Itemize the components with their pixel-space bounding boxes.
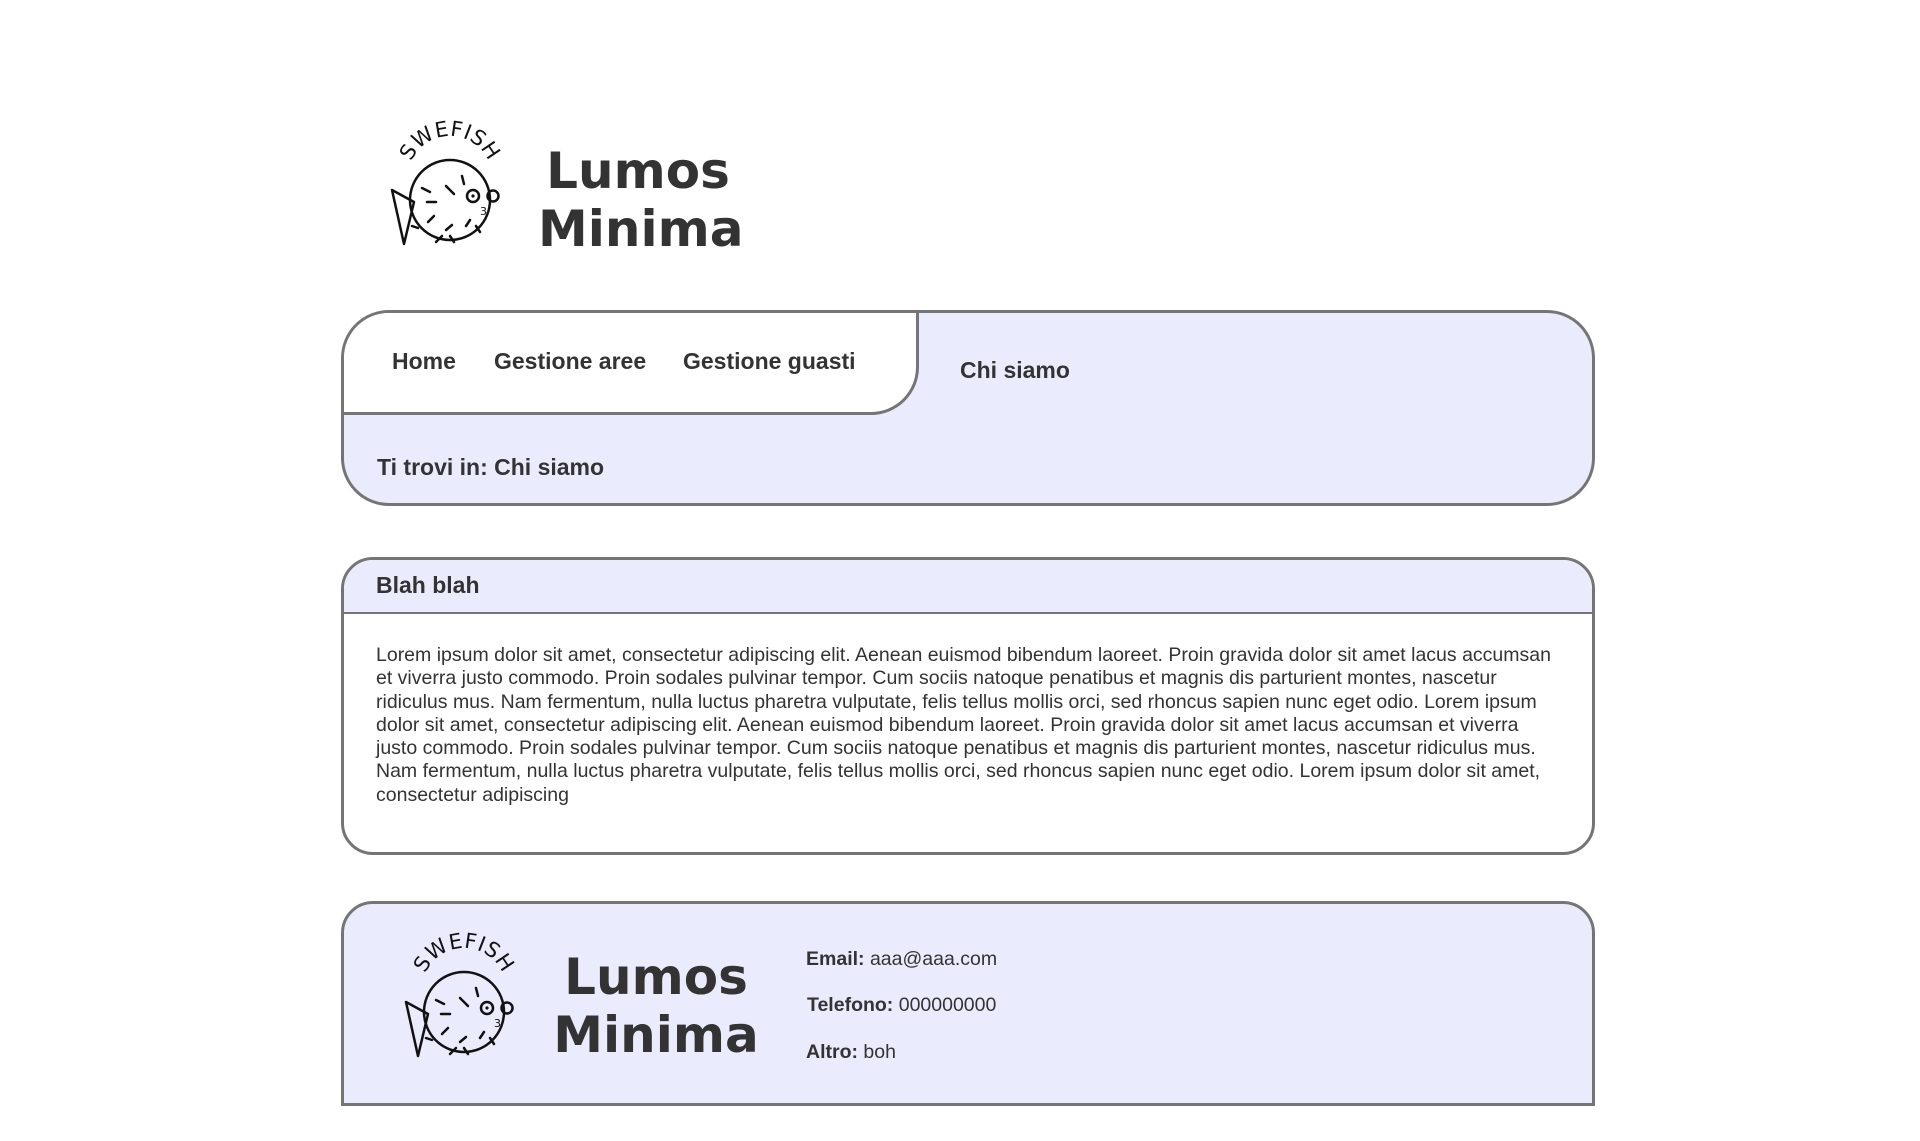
nav-link-gestione-guasti[interactable]: Gestione guasti: [683, 348, 856, 375]
footer-brand-line1: Lumos: [564, 948, 748, 1006]
contact-phone: Telefono: 000000000: [807, 994, 996, 1017]
svg-text:SWEFISH: SWEFISH: [395, 117, 505, 164]
footer: SWEFISH 3 Lumos Minima Email: aaa@aaa.co…: [341, 901, 1595, 1106]
footer-brand-title: Lumos Minima: [551, 948, 761, 1064]
swefish-logo: SWEFISH 3: [390, 117, 505, 246]
svg-text:3: 3: [494, 1017, 501, 1030]
nav-link-gestione-aree[interactable]: Gestione aree: [494, 348, 646, 375]
phone-label: Telefono:: [807, 994, 894, 1016]
content-panel: Blah blah Lorem ipsum dolor sit amet, co…: [341, 557, 1595, 855]
navigation-panel: Home Gestione aree Gestione guasti Chi s…: [341, 310, 1595, 506]
other-label: Altro:: [806, 1041, 858, 1063]
breadcrumb: Ti trovi in: Chi siamo: [377, 454, 605, 480]
footer-logo-arc-text: SWEFISH: [409, 929, 519, 976]
brand-title: Lumos Minima: [538, 142, 744, 258]
contact-email: Email: aaa@aaa.com: [806, 948, 997, 971]
email-label: Email:: [806, 948, 865, 970]
contact-other: Altro: boh: [806, 1041, 896, 1064]
footer-brand-line2: Minima: [553, 1005, 759, 1064]
footer-swefish-logo: SWEFISH 3: [404, 929, 519, 1058]
svg-text:3: 3: [480, 205, 487, 218]
nav-link-home[interactable]: Home: [392, 348, 456, 375]
phone-value: 000000000: [898, 994, 997, 1016]
svg-text:SWEFISH: SWEFISH: [409, 929, 519, 976]
current-page-label: Chi siamo: [960, 357, 1070, 383]
nav-menu: Home Gestione aree Gestione guasti: [344, 313, 919, 415]
content-body-text: Lorem ipsum dolor sit amet, consectetur …: [376, 644, 1551, 806]
brand-title-line1: Lumos: [546, 142, 730, 200]
content-title: Blah blah: [344, 560, 1592, 614]
logo-arc-text: SWEFISH: [395, 117, 505, 164]
brand-title-line2: Minima: [538, 199, 744, 258]
email-value: aaa@aaa.com: [869, 948, 998, 970]
other-value: boh: [863, 1041, 896, 1063]
